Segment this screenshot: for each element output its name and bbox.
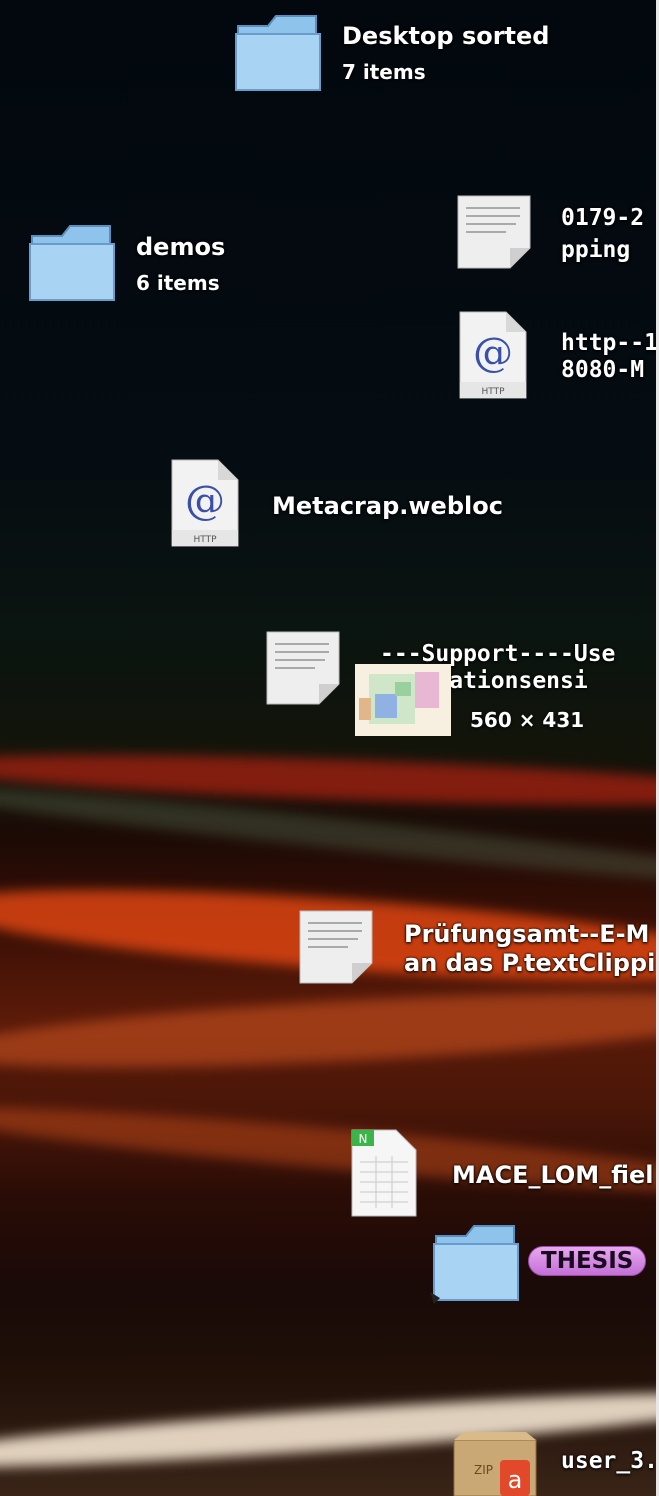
item-label-line2[interactable]: an das P.textClippi bbox=[404, 950, 655, 977]
svg-text:@: @ bbox=[473, 330, 513, 376]
spreadsheet-icon[interactable]: N bbox=[350, 1128, 418, 1222]
folder-icon[interactable] bbox=[232, 8, 324, 98]
item-subtitle: 6 items bbox=[136, 271, 220, 295]
webloc-icon[interactable]: @ HTTP bbox=[170, 458, 240, 552]
image-dimensions: 560 × 431 bbox=[470, 708, 585, 732]
svg-text:ZIP: ZIP bbox=[474, 1463, 493, 1477]
item-label[interactable]: http--1 bbox=[561, 330, 658, 357]
item-subtitle: 7 items bbox=[342, 60, 426, 84]
text-clipping-icon[interactable] bbox=[265, 630, 341, 710]
item-label-line2[interactable]: pping bbox=[561, 237, 630, 264]
zip-archive-icon[interactable]: a ZIP bbox=[450, 1430, 540, 1496]
image-thumbnail-icon[interactable] bbox=[355, 664, 451, 740]
item-label[interactable]: user_3. bbox=[561, 1448, 658, 1475]
folder-icon[interactable] bbox=[430, 1218, 522, 1312]
item-label[interactable]: Prüfungsamt--E-M bbox=[404, 921, 649, 948]
item-label[interactable]: Desktop sorted bbox=[342, 23, 549, 50]
text-clipping-icon[interactable] bbox=[298, 909, 374, 989]
light-streak bbox=[0, 978, 659, 1082]
svg-text:HTTP: HTTP bbox=[481, 387, 505, 397]
webloc-icon[interactable]: @ HTTP bbox=[458, 310, 528, 404]
svg-text:N: N bbox=[359, 1132, 368, 1146]
svg-text:HTTP: HTTP bbox=[193, 535, 217, 545]
item-label[interactable]: Metacrap.webloc bbox=[272, 493, 503, 520]
item-label-line2[interactable]: 8080-M bbox=[561, 357, 644, 384]
item-label[interactable]: demos bbox=[136, 234, 225, 261]
text-clipping-icon[interactable] bbox=[456, 194, 532, 274]
folder-icon[interactable] bbox=[26, 218, 118, 308]
item-label[interactable]: MACE_LOM_fiel bbox=[452, 1162, 653, 1189]
svg-text:a: a bbox=[508, 1466, 523, 1494]
svg-text:@: @ bbox=[185, 478, 225, 524]
label-tag[interactable]: THESIS bbox=[528, 1246, 647, 1276]
light-streak bbox=[0, 1092, 659, 1208]
item-label[interactable]: 0179-2 bbox=[561, 205, 644, 232]
desktop: Desktop sorted 7 items demos 6 items 017… bbox=[0, 0, 659, 1496]
